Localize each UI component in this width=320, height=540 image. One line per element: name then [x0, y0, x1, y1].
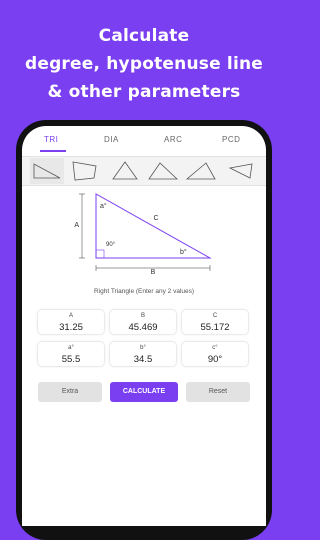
- field-angle-c-value: 90°: [207, 354, 223, 365]
- shape-right-triangle-option[interactable]: [30, 158, 64, 184]
- field-angle-a-label: a°: [68, 345, 74, 351]
- field-side-a[interactable]: A 31.25: [38, 310, 104, 334]
- shape-isosceles-triangle-option[interactable]: [108, 158, 142, 184]
- shape-selector: [22, 156, 266, 186]
- label-side-c: C: [153, 215, 158, 222]
- label-right-angle: 90°: [106, 242, 116, 248]
- shape-obtuse-triangle-option[interactable]: [184, 158, 218, 184]
- active-tab-indicator: [40, 150, 66, 152]
- field-angle-a[interactable]: a° 55.5: [38, 342, 104, 366]
- tab-arc[interactable]: ARC: [164, 135, 182, 144]
- calculate-button[interactable]: CALCULATE: [110, 382, 178, 402]
- field-angle-c-label: c°: [212, 345, 218, 351]
- field-angle-c[interactable]: c° 90°: [182, 342, 248, 366]
- promo-line-3: & other parameters: [47, 82, 241, 102]
- label-side-b: B: [151, 269, 156, 276]
- reset-button[interactable]: Reset: [186, 382, 250, 402]
- field-angle-a-value: 55.5: [61, 354, 81, 365]
- trapezoid-icon: [72, 161, 97, 181]
- field-side-c-label: C: [212, 313, 218, 319]
- extra-button[interactable]: Extra: [38, 382, 102, 402]
- tab-dia[interactable]: DIA: [104, 135, 119, 144]
- shape-scalene-triangle-option[interactable]: [146, 158, 180, 184]
- shape-flat-triangle-option[interactable]: [224, 158, 258, 184]
- obtuse-triangle-icon: [185, 162, 216, 180]
- tab-bar: TRI DIA ARC PCD: [22, 126, 266, 154]
- right-triangle-icon: [33, 163, 61, 179]
- flat-triangle-icon: [228, 163, 253, 179]
- diagram-caption: Right Triangle (Enter any 2 values): [93, 288, 195, 295]
- field-side-a-value: 31.25: [59, 322, 83, 333]
- label-angle-a: a°: [100, 202, 107, 210]
- field-side-b-value: 45.469: [128, 322, 158, 333]
- right-triangle-diagram: A B C a° b° 90°: [74, 193, 212, 276]
- promo-headline: Calculate degree, hypotenuse line & othe…: [0, 22, 288, 106]
- promo-line-2: degree, hypotenuse line: [24, 54, 264, 74]
- isosceles-triangle-icon: [112, 161, 138, 180]
- label-side-a: A: [74, 222, 79, 229]
- tab-pcd[interactable]: PCD: [222, 135, 240, 144]
- field-side-b-label: B: [140, 313, 145, 319]
- shape-trapezoid-option[interactable]: [68, 158, 102, 184]
- scalene-triangle-icon: [148, 162, 179, 180]
- field-angle-b-value: 34.5: [133, 354, 153, 365]
- tab-tri[interactable]: TRI: [44, 135, 58, 144]
- right-angle-marker: [95, 249, 105, 259]
- promo-line-1: Calculate: [98, 26, 190, 46]
- field-angle-b[interactable]: b° 34.5: [110, 342, 176, 366]
- app-screen: TRI DIA ARC PCD A B C a° b° 90° Right Tr…: [22, 126, 266, 526]
- field-side-a-label: A: [68, 313, 73, 319]
- label-angle-b: b°: [180, 248, 187, 256]
- triangle-shape: [95, 193, 212, 259]
- field-side-c[interactable]: C 55.172: [182, 310, 248, 334]
- field-side-b[interactable]: B 45.469: [110, 310, 176, 334]
- field-side-c-value: 55.172: [200, 322, 230, 333]
- field-angle-b-label: b°: [140, 345, 146, 351]
